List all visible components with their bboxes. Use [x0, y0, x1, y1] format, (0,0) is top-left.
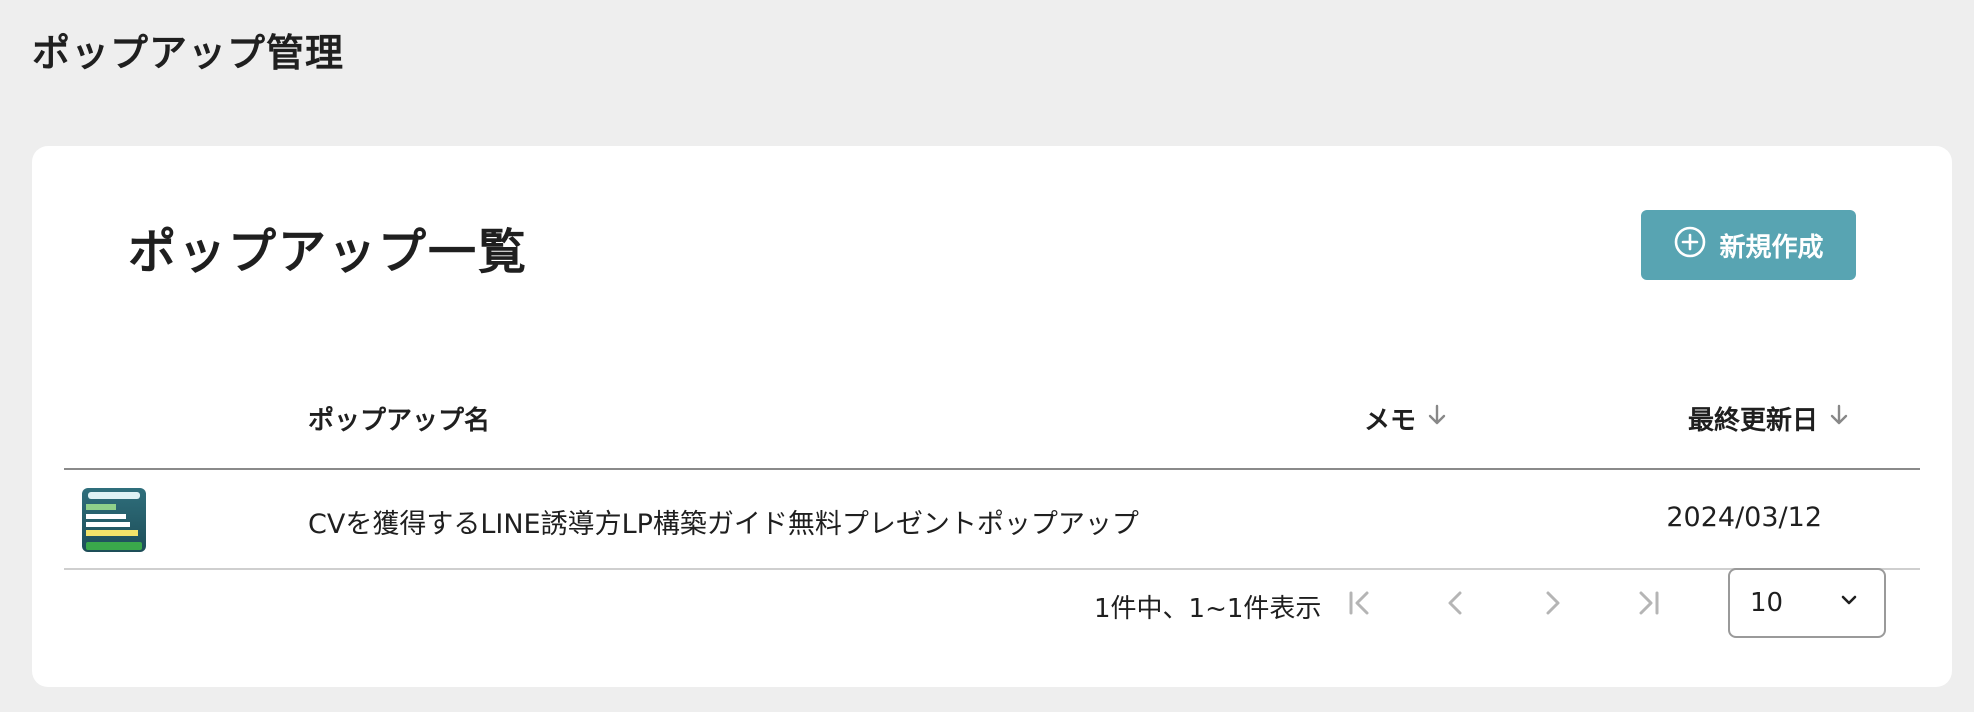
column-name-label: ポップアップ名 — [308, 406, 491, 436]
popup-name-cell[interactable]: CVを獲得するLINE誘導方LP構築ガイド無料プレゼントポップアップ — [308, 502, 1139, 541]
create-new-label: 新規作成 — [1719, 232, 1824, 263]
card-title: ポップアップ一覧 — [128, 224, 529, 280]
arrow-down-icon — [1424, 402, 1450, 435]
updated-date-cell: 2024/03/12 — [1666, 502, 1822, 533]
last-page-button[interactable] — [1630, 585, 1666, 621]
column-header-updated[interactable]: 最終更新日 — [1688, 400, 1852, 437]
popup-thumbnail — [82, 488, 146, 552]
next-page-button[interactable] — [1534, 585, 1570, 621]
arrow-down-icon — [1826, 402, 1852, 435]
column-header-memo[interactable]: メモ — [1364, 400, 1450, 437]
chevron-left-icon — [1438, 591, 1474, 625]
table-header: ポップアップ名 メモ 最終更新日 — [64, 366, 1920, 470]
popup-table: ポップアップ名 メモ 最終更新日 CVを獲得するLINE誘導方LP構築ガイド無料… — [64, 366, 1920, 638]
table-row[interactable]: CVを獲得するLINE誘導方LP構築ガイド無料プレゼントポップアップ 2024/… — [64, 470, 1920, 570]
rows-per-page-select[interactable]: 10 — [1728, 568, 1886, 638]
chevron-right-icon — [1534, 591, 1570, 625]
last-page-icon — [1630, 591, 1666, 625]
pagination: 1件中、1~1件表示 10 — [64, 568, 1920, 638]
pagination-summary: 1件中、1~1件表示 — [1094, 594, 1322, 624]
popup-list-card: ポップアップ一覧 新規作成 ポップアップ名 メモ 最終更新日 CVを獲得するLI… — [32, 146, 1952, 687]
previous-page-button[interactable] — [1438, 585, 1474, 621]
page-title: ポップアップ管理 — [32, 31, 345, 75]
chevron-down-icon — [1838, 588, 1860, 618]
rows-per-page-value: 10 — [1750, 588, 1784, 618]
column-updated-label: 最終更新日 — [1688, 406, 1819, 436]
create-new-button[interactable]: 新規作成 — [1641, 210, 1856, 280]
column-memo-label: メモ — [1364, 406, 1417, 436]
first-page-button[interactable] — [1342, 585, 1378, 621]
column-header-name: ポップアップ名 — [308, 400, 490, 437]
plus-circle-icon — [1673, 225, 1707, 266]
first-page-icon — [1342, 591, 1378, 625]
